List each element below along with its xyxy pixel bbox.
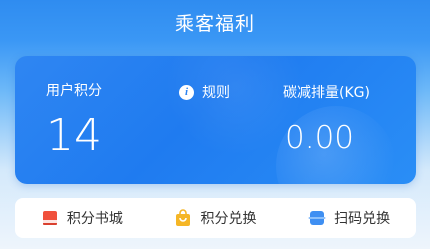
carbon-reduction-label: 碳减排量(KG) xyxy=(283,85,370,101)
carbon-reduction-value: 0.00 xyxy=(285,120,355,156)
action-label: 扫码兑换 xyxy=(334,211,391,227)
points-bookstore-button[interactable]: 积分书城 xyxy=(41,208,123,228)
action-label: 积分书城 xyxy=(66,211,123,227)
page-title: 乘客福利 xyxy=(174,12,255,35)
points-card: 用户积分 14 i 规则 碳减排量(KG) 0.00 xyxy=(15,56,416,184)
points-value: 14 xyxy=(46,110,102,161)
shopping-bag-icon xyxy=(176,209,191,226)
scan-exchange-button[interactable]: 扫码兑换 xyxy=(308,208,390,228)
book-icon xyxy=(42,211,57,225)
points-exchange-button[interactable]: 积分兑换 xyxy=(174,208,256,228)
info-icon: i xyxy=(179,84,194,100)
rules-button[interactable]: i 规则 xyxy=(179,82,230,102)
points-label: 用户积分 xyxy=(46,83,102,99)
top-bar: 乘客福利 xyxy=(0,0,430,44)
rules-label: 规则 xyxy=(202,85,230,101)
scan-icon xyxy=(308,211,326,225)
action-label: 积分兑换 xyxy=(200,211,257,227)
action-bar: 积分书城 积分兑换 扫码兑换 xyxy=(15,198,416,238)
